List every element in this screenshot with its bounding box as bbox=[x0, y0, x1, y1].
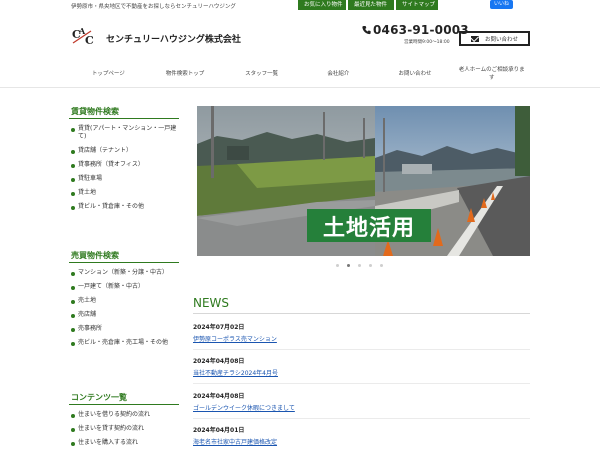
news-item: 2024年04月01日 海老名市社家中古戸建価格改定 bbox=[193, 427, 530, 447]
top-links: お気に入り物件 最近見た物件 サイトマップ bbox=[298, 0, 438, 10]
site-tagline: 伊勢原市・県央地区で不動産をお探しならセンチュリーハウジング bbox=[71, 4, 236, 10]
news-date: 2024年04月08日 bbox=[193, 358, 245, 365]
news-link[interactable]: ゴールデンウイーク休暇につきまして bbox=[193, 404, 530, 413]
nav-nursing-home[interactable]: 老人ホームのご相談承ります bbox=[453, 62, 530, 86]
nav-property-search[interactable]: 物件検索トップ bbox=[147, 62, 224, 86]
slide-caption: 土地活用 bbox=[307, 209, 431, 242]
sidebar-item-rental-housing[interactable]: 賃貸(アパート・マンション・一戸建て) bbox=[69, 122, 179, 144]
sidebar-item-sale-office[interactable]: 売事務所 bbox=[69, 322, 179, 336]
contact-button-label: お問い合わせ bbox=[484, 36, 518, 43]
news-divider bbox=[193, 313, 530, 314]
sidebar-item-rental-store[interactable]: 貸店舗（テナント） bbox=[69, 144, 179, 158]
sidebar-item-rent-flow[interactable]: 住まいを借りる契約の流れ bbox=[69, 408, 179, 422]
nav-staff-list[interactable]: スタッフ一覧 bbox=[223, 62, 300, 86]
svg-text:C: C bbox=[85, 34, 94, 47]
recently-viewed-link[interactable]: 最近見た物件 bbox=[348, 0, 394, 10]
nav-contact[interactable]: お問い合わせ bbox=[377, 62, 454, 86]
slider-dots bbox=[336, 264, 383, 267]
contents-title: コンテンツ一覧 bbox=[69, 390, 179, 405]
sidebar-item-sale-store[interactable]: 売店舗 bbox=[69, 308, 179, 322]
news-item: 2024年04月08日 当社不動産チラシ2024年4月号 bbox=[193, 358, 530, 378]
news-date: 2024年07月02日 bbox=[193, 324, 245, 331]
main-nav: トップページ 物件検索トップ スタッフ一覧 会社紹介 お問い合わせ 老人ホームの… bbox=[70, 62, 530, 86]
rental-search-section: 賃貸物件検索 賃貸(アパート・マンション・一戸建て) 貸店舗（テナント） 貸事務… bbox=[69, 104, 179, 214]
slider-dot-3[interactable] bbox=[358, 264, 361, 267]
sidebar-item-lease-flow[interactable]: 住まいを貸す契約の流れ bbox=[69, 422, 179, 436]
phone-number-text: 0463-91-0003 bbox=[373, 23, 469, 37]
sidebar-item-rental-land[interactable]: 貸土地 bbox=[69, 186, 179, 200]
sale-search-title: 売買物件検索 bbox=[69, 248, 179, 263]
mail-icon bbox=[470, 35, 479, 42]
nav-company-info[interactable]: 会社紹介 bbox=[300, 62, 377, 86]
news-separator bbox=[193, 418, 530, 419]
sidebar-item-rental-office[interactable]: 貸事務所（貸オフィス） bbox=[69, 158, 179, 172]
sidebar-item-sale-land[interactable]: 売土地 bbox=[69, 294, 179, 308]
slider-dot-2[interactable] bbox=[347, 264, 350, 267]
rental-search-title: 賃貸物件検索 bbox=[69, 104, 179, 119]
sidebar-item-rental-parking[interactable]: 貸駐車場 bbox=[69, 172, 179, 186]
company-name[interactable]: センチュリーハウジング株式会社 bbox=[106, 32, 241, 45]
news-item: 2024年07月02日 伊勢原コーポラス売マンション bbox=[193, 324, 530, 344]
news-heading: NEWS bbox=[193, 296, 230, 310]
news-date: 2024年04月01日 bbox=[193, 427, 245, 434]
sidebar-item-purchase-flow[interactable]: 住まいを購入する流れ bbox=[69, 436, 179, 450]
news-link[interactable]: 海老名市社家中古戸建価格改定 bbox=[193, 438, 530, 447]
sidebar-item-sale-other[interactable]: 売ビル・売倉庫・売工場・その他 bbox=[69, 336, 179, 350]
hero-slider[interactable]: 土地活用 bbox=[197, 106, 530, 256]
business-hours: 営業時間9:00～18:00 bbox=[404, 40, 450, 45]
facebook-like-button[interactable]: いいね bbox=[490, 0, 514, 9]
sidebar-item-rental-other[interactable]: 貸ビル・貸倉庫・その他 bbox=[69, 200, 179, 214]
sitemap-link[interactable]: サイトマップ bbox=[396, 0, 438, 10]
contact-button[interactable]: お問い合わせ bbox=[459, 31, 530, 46]
news-item: 2024年04月08日 ゴールデンウイーク休暇につきまして bbox=[193, 393, 530, 413]
top-bar: 伊勢原市・県央地区で不動産をお探しならセンチュリーハウジング お気に入り物件 最… bbox=[0, 0, 600, 12]
slider-dot-5[interactable] bbox=[380, 264, 383, 267]
slider-dot-4[interactable] bbox=[369, 264, 372, 267]
sale-search-section: 売買物件検索 マンション（新築・分譲・中古） 一戸建て（新築・中古） 売土地 売… bbox=[69, 248, 179, 350]
phone-number: 0463-91-0003 bbox=[362, 23, 469, 37]
news-date: 2024年04月08日 bbox=[193, 393, 245, 400]
nav-top-page[interactable]: トップページ bbox=[70, 62, 147, 86]
favorites-link[interactable]: お気に入り物件 bbox=[298, 0, 346, 10]
news-separator bbox=[193, 383, 530, 384]
news-separator bbox=[193, 349, 530, 350]
sidebar-item-sale-house[interactable]: 一戸建て（新築・中古） bbox=[69, 280, 179, 294]
contents-section: コンテンツ一覧 住まいを借りる契約の流れ 住まいを貸す契約の流れ 住まいを購入す… bbox=[69, 390, 179, 450]
news-link[interactable]: 当社不動産チラシ2024年4月号 bbox=[193, 369, 530, 378]
company-logo[interactable]: C A C bbox=[71, 26, 101, 48]
phone-icon bbox=[362, 25, 371, 35]
news-link[interactable]: 伊勢原コーポラス売マンション bbox=[193, 335, 530, 344]
nav-divider bbox=[0, 87, 600, 88]
slider-dot-1[interactable] bbox=[336, 264, 339, 267]
sidebar-item-sale-mansion[interactable]: マンション（新築・分譲・中古） bbox=[69, 266, 179, 280]
